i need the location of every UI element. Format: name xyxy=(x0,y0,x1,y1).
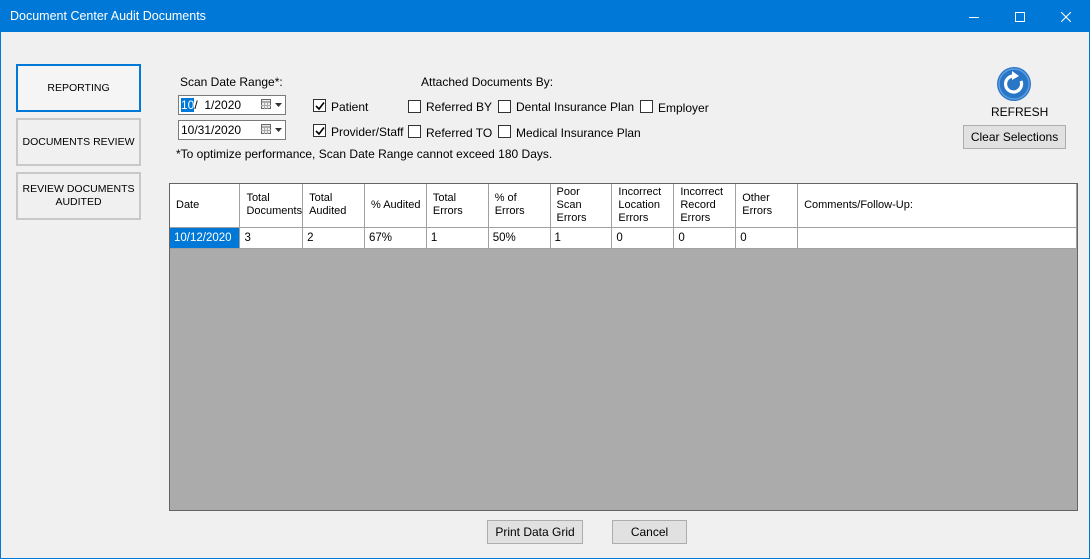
column-header-poor-scan-errors[interactable]: Poor Scan Errors xyxy=(550,184,613,228)
grid-header-row: Date Total Documents Total Audited % Aud… xyxy=(170,184,1077,228)
print-data-grid-label: Print Data Grid xyxy=(495,525,575,539)
dental-insurance-checkbox[interactable] xyxy=(498,100,511,113)
calendar-icon xyxy=(261,99,271,109)
clear-selections-label: Clear Selections xyxy=(970,130,1059,144)
referred-by-label: Referred BY xyxy=(426,100,493,114)
refresh-button[interactable] xyxy=(994,65,1038,105)
referred-by-checkbox[interactable] xyxy=(408,100,421,113)
referred-to-checkbox[interactable] xyxy=(408,125,421,138)
scan-date-range-label: Scan Date Range*: xyxy=(180,75,283,89)
employer-checkbox[interactable] xyxy=(640,100,653,113)
minimize-button[interactable] xyxy=(951,1,997,32)
documents-review-button[interactable]: DOCUMENTS REVIEW xyxy=(16,118,141,166)
column-header-other-errors[interactable]: Other Errors xyxy=(735,184,799,228)
print-data-grid-button[interactable]: Print Data Grid xyxy=(487,520,583,544)
attached-documents-label: Attached Documents By: xyxy=(421,75,554,89)
column-header-percent-errors[interactable]: % of Errors xyxy=(488,184,551,228)
title-bar[interactable]: Document Center Audit Documents xyxy=(1,1,1089,32)
cell-incorrect-location-errors[interactable]: 0 xyxy=(611,227,675,249)
dental-insurance-label: Dental Insurance Plan xyxy=(516,100,635,114)
column-header-percent-audited[interactable]: % Audited xyxy=(364,184,427,228)
start-date-rest: / 1/2020 xyxy=(194,98,242,112)
review-documents-audited-label: REVIEW DOCUMENTS AUDITED xyxy=(22,183,135,208)
provider-staff-label: Provider/Staff xyxy=(331,125,404,139)
start-date-month: 10 xyxy=(181,98,195,112)
cell-comments[interactable] xyxy=(797,227,1077,249)
minimize-icon xyxy=(969,16,979,18)
documents-review-label: DOCUMENTS REVIEW xyxy=(22,135,135,148)
column-header-date[interactable]: Date xyxy=(170,184,241,228)
column-header-incorrect-record-errors[interactable]: Incorrect Record Errors xyxy=(673,184,737,228)
check-icon xyxy=(315,102,325,111)
end-date-picker[interactable]: 10/31/2020 xyxy=(178,120,286,140)
chevron-down-icon[interactable] xyxy=(275,128,282,132)
chevron-down-icon[interactable] xyxy=(275,103,282,107)
cancel-label: Cancel xyxy=(630,525,669,539)
provider-staff-checkbox[interactable] xyxy=(313,124,326,137)
refresh-label[interactable]: REFRESH xyxy=(991,105,1048,119)
cell-total-audited[interactable]: 2 xyxy=(302,227,365,249)
refresh-icon xyxy=(997,67,1031,101)
check-icon xyxy=(315,127,325,136)
audit-table: Date Total Documents Total Audited % Aud… xyxy=(170,184,1077,249)
start-date-picker[interactable]: 10/ 1/2020 xyxy=(178,95,286,115)
close-icon xyxy=(1061,11,1071,22)
cell-total-errors[interactable]: 1 xyxy=(426,227,489,249)
maximize-button[interactable] xyxy=(997,1,1043,32)
cell-incorrect-record-errors[interactable]: 0 xyxy=(673,227,737,249)
column-header-total-documents[interactable]: Total Documents xyxy=(239,184,304,228)
audit-data-grid[interactable]: Date Total Documents Total Audited % Aud… xyxy=(169,183,1078,511)
window-title: Document Center Audit Documents xyxy=(10,9,206,23)
employer-label: Employer xyxy=(658,101,709,115)
cancel-button[interactable]: Cancel xyxy=(612,520,687,544)
cell-other-errors[interactable]: 0 xyxy=(735,227,799,249)
start-date-value: 10/ 1/2020 xyxy=(181,98,241,112)
column-header-total-audited[interactable]: Total Audited xyxy=(302,184,365,228)
patient-checkbox[interactable] xyxy=(313,99,326,112)
column-header-comments[interactable]: Comments/Follow-Up: xyxy=(797,184,1077,228)
maximize-icon xyxy=(1015,11,1025,22)
cell-date[interactable]: 10/12/2020 xyxy=(170,227,241,249)
reporting-label: REPORTING xyxy=(47,81,110,94)
cell-percent-audited[interactable]: 67% xyxy=(364,227,427,249)
review-documents-audited-button[interactable]: REVIEW DOCUMENTS AUDITED xyxy=(16,172,141,220)
column-header-incorrect-location-errors[interactable]: Incorrect Location Errors xyxy=(611,184,675,228)
calendar-icon xyxy=(261,124,271,134)
scan-range-note: *To optimize performance, Scan Date Rang… xyxy=(176,147,553,161)
close-button[interactable] xyxy=(1043,1,1089,32)
cell-poor-scan-errors[interactable]: 1 xyxy=(550,227,613,249)
medical-insurance-checkbox[interactable] xyxy=(498,125,511,138)
cell-percent-errors[interactable]: 50% xyxy=(488,227,551,249)
table-row[interactable]: 10/12/2020 3 2 67% 1 50% 1 0 0 0 xyxy=(170,227,1077,249)
audit-window: Document Center Audit Documents REPORTIN… xyxy=(0,0,1090,559)
medical-insurance-label: Medical Insurance Plan xyxy=(516,126,641,140)
end-date-value: 10/31/2020 xyxy=(181,123,242,137)
patient-label: Patient xyxy=(331,100,369,114)
clear-selections-button[interactable]: Clear Selections xyxy=(963,125,1066,149)
column-header-total-errors[interactable]: Total Errors xyxy=(426,184,489,228)
cell-total-documents[interactable]: 3 xyxy=(239,227,304,249)
referred-to-label: Referred TO xyxy=(426,126,493,140)
reporting-button[interactable]: REPORTING xyxy=(16,64,141,112)
